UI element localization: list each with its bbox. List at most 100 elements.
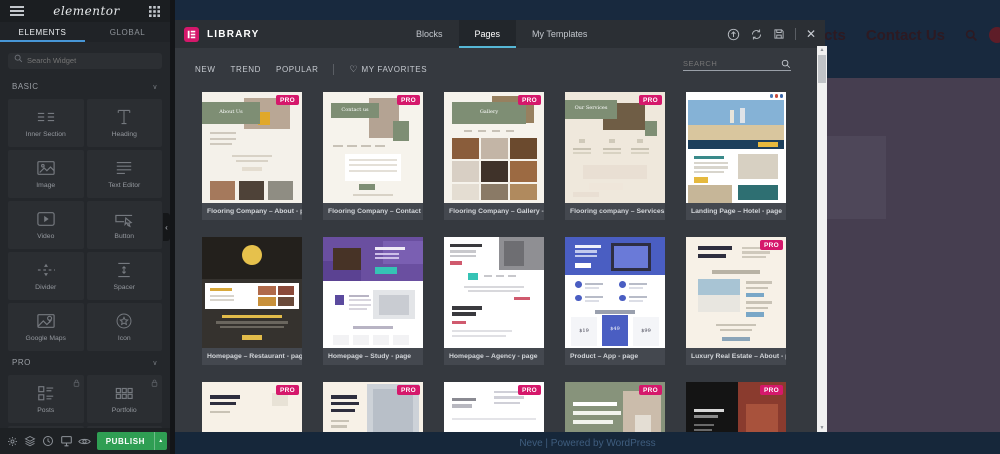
template-card[interactable]: PRO xyxy=(323,382,423,432)
template-card[interactable]: Contact us PRO Flooring Company – Contact … xyxy=(323,92,423,220)
pro-badge: PRO xyxy=(518,385,541,395)
thumb-shape xyxy=(775,94,778,98)
widget-search xyxy=(8,50,162,69)
site-nav-contact-us[interactable]: Contact Us xyxy=(866,27,945,44)
site-cta-circle xyxy=(989,27,1000,43)
site-search-icon[interactable] xyxy=(965,29,978,42)
scroll-up-icon[interactable]: ▲ xyxy=(817,47,827,53)
posts-icon xyxy=(35,384,57,402)
template-card[interactable]: Homepage – Study - page xyxy=(323,237,423,365)
widget-video[interactable]: Video xyxy=(8,200,84,249)
widget-spacer[interactable]: Spacer xyxy=(86,251,162,300)
widget-label: Video xyxy=(37,232,55,240)
section-label: PRO xyxy=(12,358,31,367)
responsive-icon[interactable] xyxy=(57,435,75,447)
template-thumbnail xyxy=(323,237,423,348)
filter-trend[interactable]: TREND xyxy=(230,65,261,74)
modal-scrollbar[interactable]: ▲ ▼ xyxy=(817,46,827,432)
panel-tab-elements[interactable]: ELEMENTS xyxy=(0,22,85,42)
thumb-shape xyxy=(694,166,728,169)
thumb-shape xyxy=(210,143,232,146)
widget-posts[interactable]: Posts xyxy=(8,374,84,423)
template-card[interactable]: PRO xyxy=(444,382,544,432)
save-icon[interactable] xyxy=(773,28,785,40)
panel-header: elementor xyxy=(0,0,170,22)
thumb-shape xyxy=(478,129,486,132)
widget-heading[interactable]: Heading xyxy=(86,98,162,147)
thumb-shape xyxy=(738,185,778,200)
thumb-shape xyxy=(361,145,371,148)
template-title: Flooring Company – Contact - pa... xyxy=(328,208,423,215)
thumb-shape xyxy=(510,184,537,200)
thumb-shape xyxy=(258,285,276,295)
template-card[interactable]: Our Services PRO Flooring company – Servic… xyxy=(565,92,665,220)
navigator-icon[interactable] xyxy=(21,435,39,447)
template-card[interactable]: Homepage – Restaurant - page xyxy=(202,237,302,365)
menu-icon[interactable] xyxy=(10,6,24,16)
template-title: Flooring Company – Gallery - page xyxy=(449,208,544,215)
spacer-icon xyxy=(114,261,134,279)
thumb-shape xyxy=(496,274,504,277)
widget-icon[interactable]: Icon xyxy=(86,302,162,351)
thumb-shape xyxy=(278,285,294,295)
template-search xyxy=(683,57,791,71)
template-card[interactable]: PRO xyxy=(686,382,786,432)
widget-text-editor[interactable]: Text Editor xyxy=(86,149,162,198)
section-header-pro[interactable]: PRO ∨ xyxy=(0,351,170,375)
close-icon[interactable]: ✕ xyxy=(806,28,816,40)
tab-my-templates[interactable]: My Templates xyxy=(516,20,603,48)
filter-popular[interactable]: POPULAR xyxy=(276,65,318,74)
publish-options-icon[interactable]: ▲ xyxy=(154,432,167,450)
thumb-shape xyxy=(740,107,745,124)
sync-icon[interactable] xyxy=(750,28,763,41)
my-favorites-filter[interactable]: ♡ MY FAVORITES xyxy=(349,65,427,75)
scroll-down-icon[interactable]: ▼ xyxy=(817,425,827,431)
widget-portfolio[interactable]: Portfolio xyxy=(86,374,162,423)
filter-new[interactable]: NEW xyxy=(195,65,215,74)
template-card[interactable]: Landing Page – Hotel - page xyxy=(686,92,786,220)
thumb-shape xyxy=(746,292,764,297)
template-card[interactable]: Homepage – Agency - page xyxy=(444,237,544,365)
thumb-shape xyxy=(694,415,718,418)
thumb-shape xyxy=(694,170,724,174)
panel-collapse-handle[interactable]: ‹ xyxy=(163,213,170,241)
widget-inner-section[interactable]: Inner Section xyxy=(8,98,84,147)
scrollbar-thumb[interactable] xyxy=(818,55,826,83)
thumb-shape xyxy=(575,254,597,257)
whats-new-icon[interactable] xyxy=(727,28,740,41)
thumb-shape xyxy=(629,286,643,290)
lock-icon xyxy=(151,379,158,387)
thumb-shape xyxy=(484,274,492,277)
widget-image[interactable]: Image xyxy=(8,149,84,198)
template-card[interactable]: $19 $49 $99 Product – App - page xyxy=(565,237,665,365)
widget-google-maps[interactable]: Google Maps xyxy=(8,302,84,351)
widget-label: Divider xyxy=(35,283,57,291)
template-card[interactable]: PRO xyxy=(565,382,665,432)
template-thumbnail: PRO xyxy=(323,382,423,432)
elementor-library-icon xyxy=(184,26,199,42)
widget-button[interactable]: Button xyxy=(86,200,162,249)
history-icon[interactable] xyxy=(39,435,57,447)
thumb-shape xyxy=(239,180,264,200)
panel-tab-global[interactable]: GLOBAL xyxy=(85,22,170,42)
thumb-shape xyxy=(258,296,276,306)
thumb-shape: $19 xyxy=(571,316,597,346)
widget-search-input[interactable] xyxy=(8,52,162,69)
widgets-grid-icon[interactable] xyxy=(148,5,160,17)
publish-button[interactable]: PUBLISH ▲ xyxy=(96,432,168,450)
tab-pages[interactable]: Pages xyxy=(458,20,517,48)
tab-blocks[interactable]: Blocks xyxy=(400,20,459,48)
thumb-shape xyxy=(210,294,234,297)
template-card[interactable]: About Us PRO Flooring Company – About - pa… xyxy=(202,92,302,220)
preview-icon[interactable] xyxy=(76,436,94,447)
widget-divider[interactable]: Divider xyxy=(8,251,84,300)
thumb-shape xyxy=(712,270,760,274)
widget-label: Posts xyxy=(37,406,55,414)
template-card[interactable]: GalleryPRO Flooring Company – Gallery - p… xyxy=(444,92,544,220)
template-search-input[interactable] xyxy=(683,57,781,70)
template-card[interactable]: PRO Luxury Real Estate – About - page xyxy=(686,237,786,365)
template-card[interactable]: PRO xyxy=(202,382,302,432)
section-header-basic[interactable]: BASIC ∨ xyxy=(0,75,170,99)
thumb-shape xyxy=(694,424,714,427)
settings-icon[interactable] xyxy=(3,436,21,447)
